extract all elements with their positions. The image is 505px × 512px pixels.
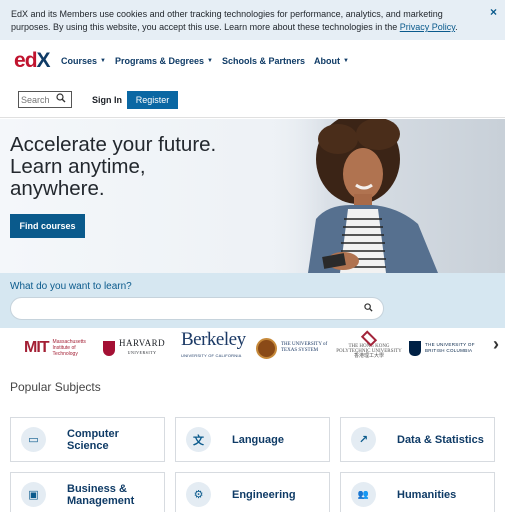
subject-data-statistics[interactable]: ↗ Data & Statistics <box>340 417 495 462</box>
site-header: edX Courses ▼ Programs & Degrees ▼ Schools… <box>0 40 505 118</box>
privacy-policy-link[interactable]: Privacy Policy <box>400 22 455 32</box>
nav-about-label: About <box>314 56 340 66</box>
cookie-banner: EdX and its Members use cookies and othe… <box>0 0 505 40</box>
nav-programs-degrees[interactable]: Programs & Degrees ▼ <box>115 56 213 66</box>
mit-logo[interactable]: MIT Massachusetts Institute of Technolog… <box>24 337 93 359</box>
learn-search-field <box>10 297 384 320</box>
subject-business-management[interactable]: ▣ Business & Management <box>10 472 165 512</box>
subject-engineering[interactable]: ⚙ Engineering <box>175 472 330 512</box>
hero-photo <box>268 119 505 273</box>
main-nav: Courses ▼ Programs & Degrees ▼ Schools & P… <box>61 56 349 66</box>
people-icon: 👥 <box>351 482 376 507</box>
sign-in-link[interactable]: Sign In <box>92 95 122 105</box>
hero-section: Accelerate your future. Learn anytime, a… <box>0 119 505 273</box>
chart-icon: ↗ <box>351 427 376 452</box>
learn-search-section: What do you want to learn? <box>0 273 505 328</box>
berkeley-name: Berkeley UNIVERSITY OF CALIFORNIA <box>181 329 246 364</box>
cookie-message: EdX and its Members use cookies and othe… <box>11 9 443 32</box>
nav-about[interactable]: About ▼ <box>314 56 349 66</box>
ubc-logo[interactable]: THE UNIVERSITY OF BRITISH COLUMBIA <box>409 337 485 359</box>
close-icon[interactable]: × <box>490 5 497 19</box>
texas-seal-icon <box>256 337 277 359</box>
harvard-logo[interactable]: HARVARD UNIVERSITY <box>103 337 165 359</box>
berkeley-logo[interactable]: Berkeley UNIVERSITY OF CALIFORNIA <box>181 330 246 359</box>
computer-icon: ▭ <box>21 427 46 452</box>
texas-logo[interactable]: THE UNIVERSITY of TEXAS SYSTEM <box>256 337 329 359</box>
cookie-text: EdX and its Members use cookies and othe… <box>11 8 481 34</box>
register-button[interactable]: Register <box>127 91 178 109</box>
subject-humanities[interactable]: 👥 Humanities <box>340 472 495 512</box>
hk-polyu-logo[interactable]: THE HONG KONG POLYTECHNIC UNIVERSITY 香港理工… <box>331 330 407 359</box>
berkeley-wordmark: Berkeley <box>181 329 246 350</box>
gears-icon: ⚙ <box>186 482 211 507</box>
mit-name: Massachusetts Institute of Technology <box>52 339 86 357</box>
ubc-name: THE UNIVERSITY OF BRITISH COLUMBIA <box>425 342 475 353</box>
subject-label: Data & Statistics <box>397 433 484 446</box>
subject-label: Business & Management <box>67 482 135 507</box>
subject-label: Engineering <box>232 488 296 501</box>
mit-mark: MIT <box>24 339 50 356</box>
harvard-name: HARVARD UNIVERSITY <box>119 339 165 357</box>
hero-title: Accelerate your future. Learn anytime, a… <box>10 133 217 200</box>
cookie-period: . <box>455 22 458 32</box>
logo-letter-d: d <box>24 49 38 72</box>
ubc-crest-icon <box>409 340 421 356</box>
search-icon[interactable] <box>364 303 373 314</box>
subject-label: Humanities <box>397 488 457 501</box>
nav-courses[interactable]: Courses ▼ <box>61 56 106 66</box>
chevron-down-icon: ▼ <box>100 58 106 64</box>
partner-logos: MIT Massachusetts Institute of Technolog… <box>0 330 505 364</box>
berkeley-sub: UNIVERSITY OF CALIFORNIA <box>181 353 242 358</box>
harvard-sub: UNIVERSITY <box>127 350 157 355</box>
texas-name: THE UNIVERSITY of TEXAS SYSTEM <box>281 342 328 353</box>
learn-search-input[interactable] <box>23 302 353 316</box>
subject-computer-science[interactable]: ▭ Computer Science <box>10 417 165 462</box>
header-search <box>18 91 72 108</box>
edx-logo[interactable]: edX <box>14 49 51 73</box>
nav-schools-partners[interactable]: Schools & Partners <box>222 56 305 66</box>
hk-polyu-sub: 香港理工大學 <box>353 354 384 359</box>
learn-search-label: What do you want to learn? <box>10 281 132 292</box>
nav-schools-label: Schools & Partners <box>221 56 305 66</box>
find-courses-button[interactable]: Find courses <box>10 214 85 238</box>
nav-programs-label: Programs & Degrees <box>114 56 205 66</box>
nav-courses-label: Courses <box>61 56 98 66</box>
subject-language[interactable]: 文 Language <box>175 417 330 462</box>
briefcase-icon: ▣ <box>21 482 46 507</box>
hk-polyu-name: THE HONG KONG POLYTECHNIC UNIVERSITY 香港理工… <box>331 344 407 359</box>
subject-label: Computer Science <box>67 427 119 452</box>
harvard-shield-icon <box>103 340 115 356</box>
chevron-down-icon: ▼ <box>343 58 349 64</box>
search-icon[interactable] <box>56 93 66 106</box>
logo-letter-e: e <box>14 49 26 72</box>
chevron-down-icon: ▼ <box>207 58 213 64</box>
header-search-input[interactable] <box>21 94 55 105</box>
harvard-wordmark: HARVARD <box>119 338 166 348</box>
subject-label: Language <box>232 433 284 446</box>
logo-letter-x: X <box>36 49 51 72</box>
language-icon: 文 <box>186 427 211 452</box>
chevron-right-icon[interactable]: › <box>493 334 499 355</box>
popular-subjects-title: Popular Subjects <box>10 380 101 394</box>
